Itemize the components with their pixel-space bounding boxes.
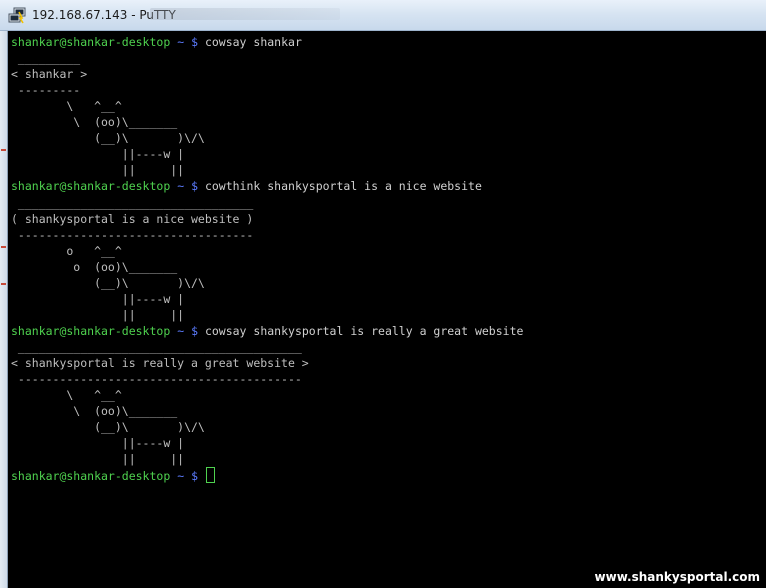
prompt-user-host: shankar@shankar-desktop — [11, 179, 171, 194]
prompt-user-host: shankar@shankar-desktop — [11, 35, 171, 49]
output-line: __________________________________ — [11, 195, 254, 210]
title-bar[interactable]: 192.168.67.143 - PuTTY — [0, 0, 766, 31]
prompt-symbol: $ — [191, 179, 198, 194]
output-line: _________ — [11, 51, 81, 66]
prompt-path: ~ — [177, 179, 185, 194]
prompt-line: shankar@shankar-desktop ~ $ cowthink sha… — [11, 178, 482, 194]
output-line: ( shankysportal is a nice website ) — [11, 211, 254, 226]
prompt-path: ~ — [177, 323, 185, 338]
output-line: ----------------------------------------… — [11, 372, 302, 387]
output-line: || || — [11, 307, 185, 322]
prompt-path: ~ — [177, 469, 185, 484]
output-line: ||----w | — [11, 147, 185, 162]
output-line: (__)\ )\/\ — [11, 420, 205, 435]
command-text: cowthink shankysportal is a nice website — [204, 179, 482, 194]
output-line: \ ^__^ — [11, 99, 122, 114]
output-line: o (oo)\_______ — [11, 259, 178, 274]
output-line: \ (oo)\_______ — [11, 115, 178, 130]
output-line: ---------------------------------- — [11, 227, 254, 242]
putty-app-icon — [8, 7, 26, 24]
output-line: o ^__^ — [11, 243, 122, 258]
terminal-area[interactable]: shankar@shankar-desktop ~ $ cowsay shank… — [8, 31, 766, 588]
output-line: \ (oo)\_______ — [11, 404, 178, 419]
output-line: < shankysportal is really a great websit… — [11, 356, 309, 370]
background-window-edge — [0, 31, 8, 588]
output-line: (__)\ )\/\ — [11, 131, 205, 146]
command-text: cowsay shankar — [204, 35, 302, 49]
edge-mark — [1, 149, 6, 151]
text-cursor — [205, 467, 215, 484]
prompt-symbol: $ — [191, 469, 198, 484]
output-line: ||----w | — [11, 436, 185, 451]
putty-window: 192.168.67.143 - PuTTY shankar@shankar-d… — [0, 0, 766, 588]
output-line: (__)\ )\/\ — [11, 275, 205, 290]
output-line: || || — [11, 452, 185, 467]
title-watermark-overlay — [150, 8, 340, 20]
prompt-line: shankar@shankar-desktop ~ $ cowsay shank… — [11, 323, 523, 339]
output-line: || || — [11, 163, 185, 178]
prompt-symbol: $ — [191, 323, 198, 338]
edge-mark — [1, 246, 6, 248]
prompt-line: shankar@shankar-desktop ~ $ cowsay shank… — [11, 34, 302, 50]
command-text: cowsay shankysportal is really a great w… — [204, 323, 524, 338]
output-line: \ ^__^ — [11, 388, 122, 403]
watermark: www.shankysportal.com — [594, 570, 760, 584]
prompt-user-host: shankar@shankar-desktop — [11, 469, 171, 484]
output-line: < shankar > — [11, 67, 88, 82]
output-line: --------- — [11, 83, 81, 98]
prompt-user-host: shankar@shankar-desktop — [11, 323, 171, 338]
edge-mark — [1, 283, 6, 285]
prompt-symbol: $ — [191, 35, 198, 49]
prompt-path: ~ — [177, 35, 185, 49]
output-line: ||----w | — [11, 291, 185, 306]
prompt-line: shankar@shankar-desktop ~ $ — [11, 467, 215, 484]
output-line: ________________________________________… — [11, 339, 302, 354]
